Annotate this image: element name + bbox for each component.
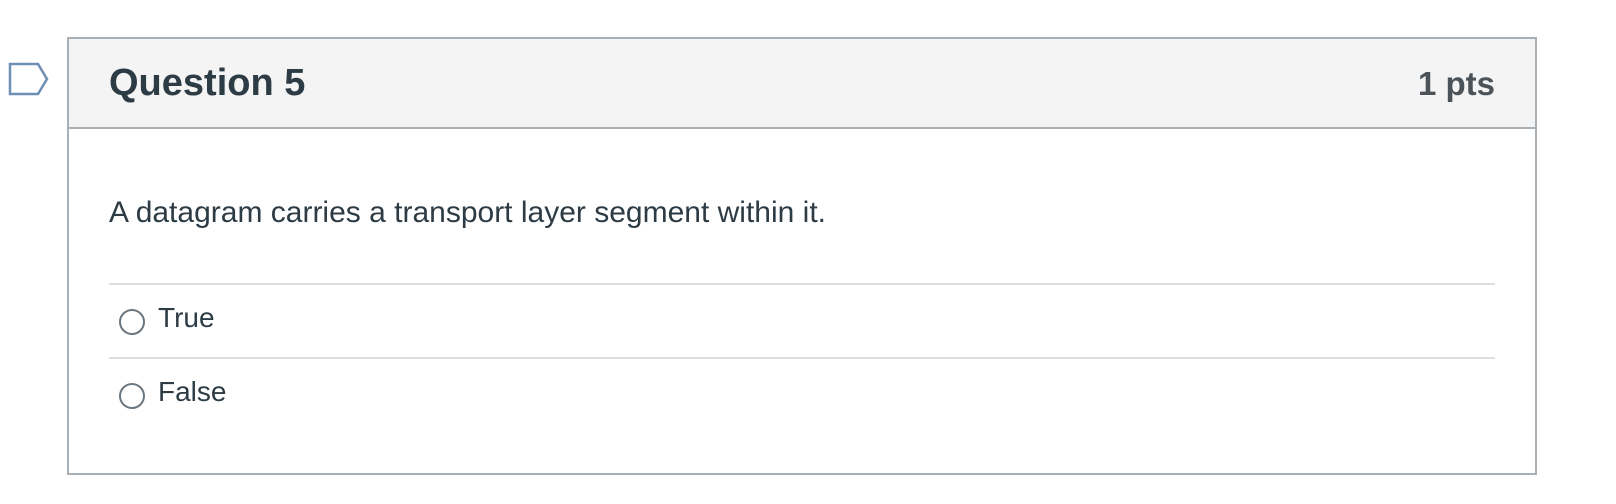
answer-option-true[interactable]: True: [109, 283, 1495, 357]
radio-button-false[interactable]: [119, 383, 145, 409]
answer-label-true[interactable]: True: [158, 301, 215, 335]
question-header: Question 5 1 pts: [69, 39, 1535, 129]
answer-option-false[interactable]: False: [109, 357, 1495, 431]
question-text: A datagram carries a transport layer seg…: [109, 196, 826, 229]
question-points: 1 pts: [1417, 65, 1495, 102]
answer-label-false[interactable]: False: [158, 375, 226, 409]
question-title: Question 5: [109, 62, 306, 104]
radio-button-true[interactable]: [119, 309, 145, 335]
quiz-page: Question 5 1 pts A datagram carries a tr…: [0, 0, 1616, 504]
answer-list: True False: [109, 283, 1495, 431]
flag-question-icon[interactable]: [8, 62, 50, 96]
question-card: Question 5 1 pts A datagram carries a tr…: [67, 37, 1537, 475]
